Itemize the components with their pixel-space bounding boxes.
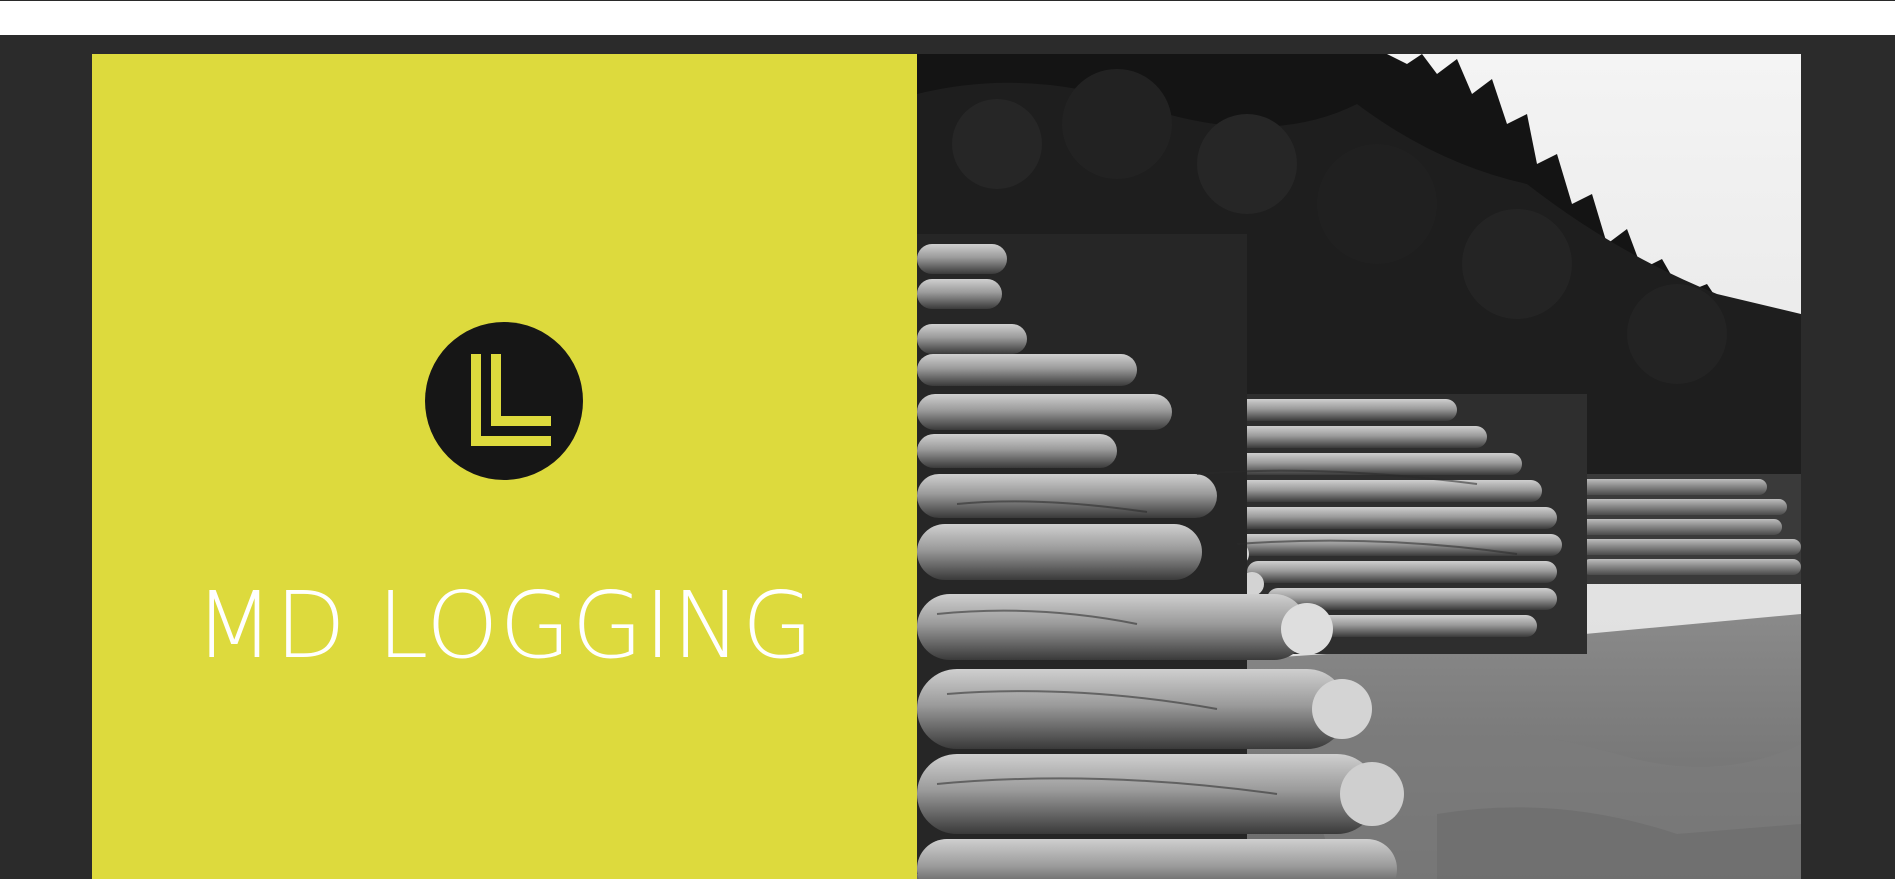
- ll-monogram-icon: [425, 322, 583, 480]
- log-pile-photo: [917, 54, 1801, 879]
- brand-name: MD LOGGING: [194, 571, 815, 679]
- page-body: MD LOGGING: [0, 35, 1895, 879]
- brand-panel: MD LOGGING: [92, 54, 917, 879]
- top-strip: [0, 0, 1895, 35]
